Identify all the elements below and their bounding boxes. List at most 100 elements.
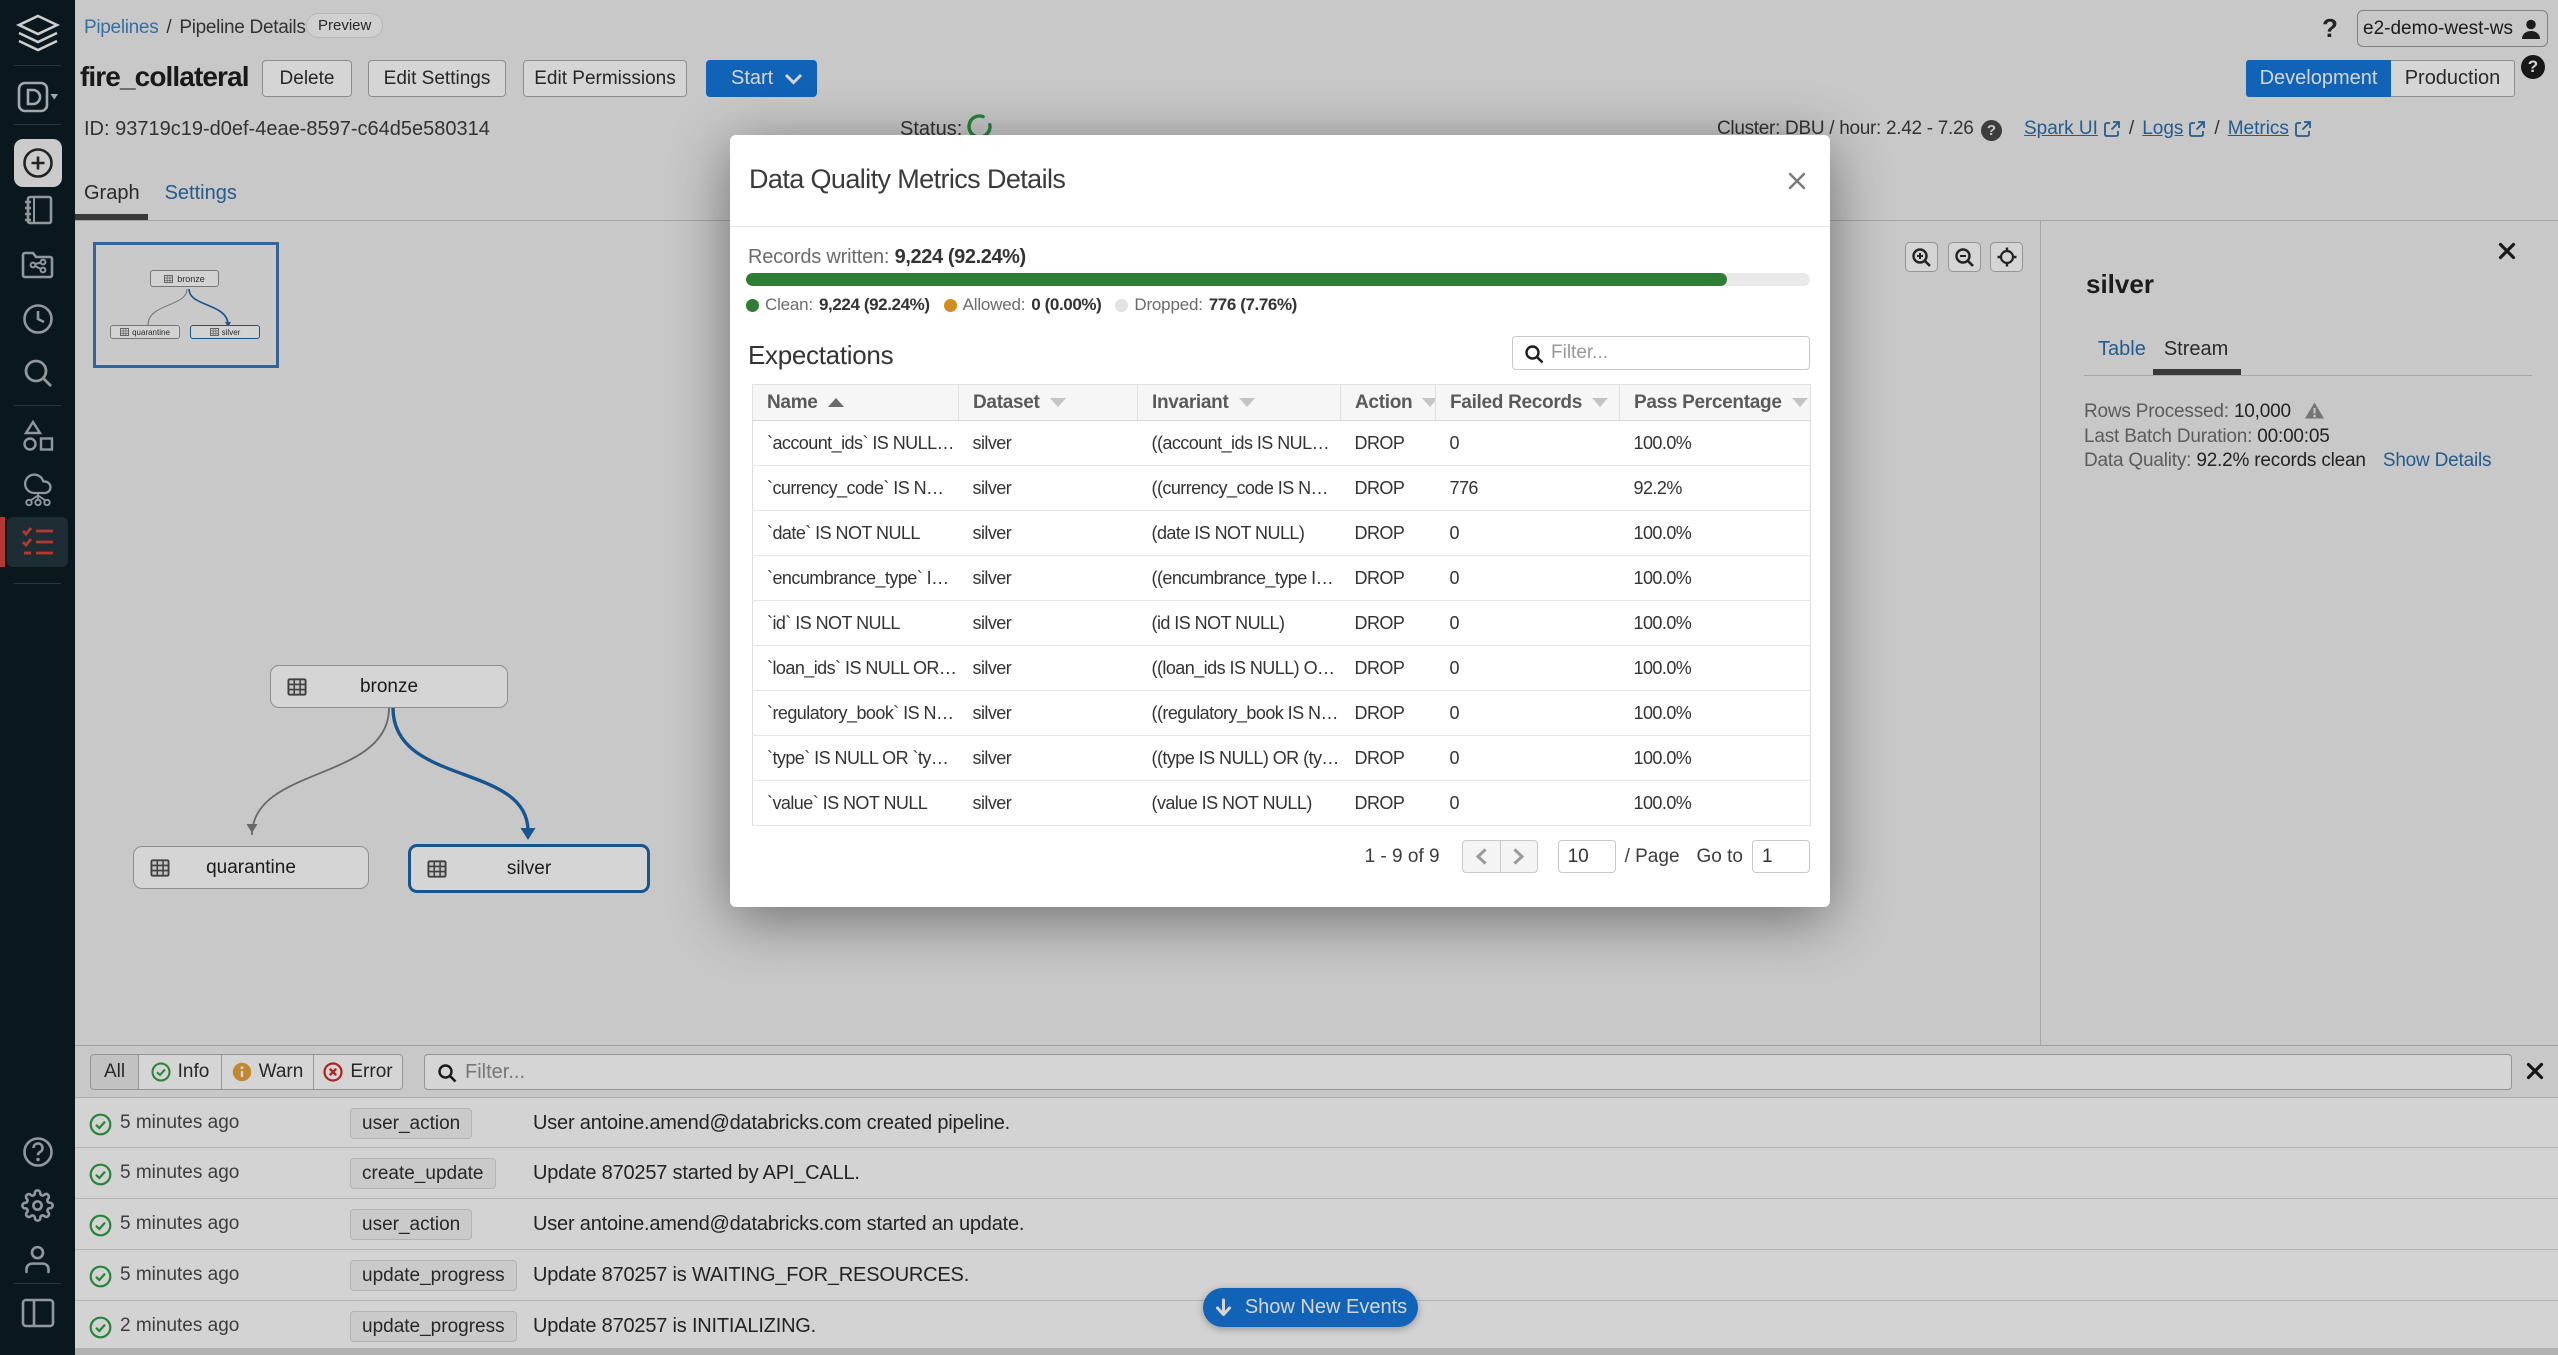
sort-icon <box>1422 398 1435 407</box>
goto-label: Go to <box>1697 846 1743 868</box>
cell-action: DROP <box>1341 646 1436 691</box>
cell-failed-records: 0 <box>1436 556 1620 601</box>
clean-dot-icon <box>746 299 759 312</box>
cell-invariant: ((encumbrance_type I… <box>1138 556 1341 601</box>
cell-dataset: silver <box>959 511 1138 556</box>
column-dataset[interactable]: Dataset <box>959 385 1138 421</box>
cell-dataset: silver <box>959 646 1138 691</box>
cell-name: `id` IS NOT NULL <box>753 601 959 646</box>
expectations-title: Expectations <box>748 340 893 371</box>
cell-invariant: ((account_ids IS NUL… <box>1138 421 1341 466</box>
expectations-filter-field <box>1512 336 1810 370</box>
expectation-row[interactable]: `type` IS NULL OR `ty… silver ((type IS … <box>753 736 1811 781</box>
cell-pass-percentage: 100.0% <box>1620 646 1811 691</box>
cell-name: `encumbrance_type` I… <box>753 556 959 601</box>
legend-clean: Clean:9,224 (92.24%) <box>746 295 930 315</box>
goto-page-input[interactable] <box>1752 840 1810 873</box>
cell-pass-percentage: 92.2% <box>1620 466 1811 511</box>
cell-invariant: (value IS NOT NULL) <box>1138 781 1341 826</box>
cell-action: DROP <box>1341 601 1436 646</box>
modal-title: Data Quality Metrics Details <box>749 164 1065 195</box>
column-invariant[interactable]: Invariant <box>1138 385 1341 421</box>
sort-asc-icon <box>828 398 844 407</box>
cell-pass-percentage: 100.0% <box>1620 781 1811 826</box>
cell-invariant: ((type IS NULL) OR (ty… <box>1138 736 1341 781</box>
column-name[interactable]: Name <box>753 385 959 421</box>
cell-invariant: ((currency_code IS N… <box>1138 466 1341 511</box>
modal-header-divider <box>730 226 1830 227</box>
expectation-row[interactable]: `encumbrance_type` I… silver ((encumbran… <box>753 556 1811 601</box>
allowed-dot-icon <box>944 299 957 312</box>
cell-dataset: silver <box>959 601 1138 646</box>
data-quality-modal: Data Quality Metrics Details Records wri… <box>730 135 1830 907</box>
cell-failed-records: 0 <box>1436 781 1620 826</box>
dropped-dot-icon <box>1115 299 1128 312</box>
cell-action: DROP <box>1341 556 1436 601</box>
legend-allowed: Allowed:0 (0.00%) <box>944 295 1102 315</box>
per-page-label: / Page <box>1625 846 1680 868</box>
cell-failed-records: 0 <box>1436 421 1620 466</box>
cell-action: DROP <box>1341 511 1436 556</box>
expectation-row[interactable]: `id` IS NOT NULL silver (id IS NOT NULL)… <box>753 601 1811 646</box>
cell-pass-percentage: 100.0% <box>1620 601 1811 646</box>
cell-pass-percentage: 100.0% <box>1620 421 1811 466</box>
cell-pass-percentage: 100.0% <box>1620 511 1811 556</box>
modal-close-icon[interactable] <box>1787 171 1809 193</box>
sort-icon <box>1592 398 1608 407</box>
cell-invariant: ((regulatory_book IS N… <box>1138 691 1341 736</box>
cell-invariant: (id IS NOT NULL) <box>1138 601 1341 646</box>
cell-pass-percentage: 100.0% <box>1620 691 1811 736</box>
cell-name: `value` IS NOT NULL <box>753 781 959 826</box>
cell-failed-records: 0 <box>1436 511 1620 556</box>
cell-name: `regulatory_book` IS N… <box>753 691 959 736</box>
cell-action: DROP <box>1341 691 1436 736</box>
cell-name: `loan_ids` IS NULL OR… <box>753 646 959 691</box>
cell-invariant: (date IS NOT NULL) <box>1138 511 1341 556</box>
cell-action: DROP <box>1341 781 1436 826</box>
cell-failed-records: 0 <box>1436 691 1620 736</box>
expectations-filter-input[interactable] <box>1551 337 1803 369</box>
page-range: 1 - 9 of 9 <box>1365 846 1440 868</box>
expectations-table: Name Dataset Invariant Action Failed Rec… <box>752 384 1811 826</box>
cell-dataset: silver <box>959 556 1138 601</box>
cell-action: DROP <box>1341 736 1436 781</box>
cell-pass-percentage: 100.0% <box>1620 736 1811 781</box>
cell-invariant: ((loan_ids IS NULL) O… <box>1138 646 1341 691</box>
cell-dataset: silver <box>959 466 1138 511</box>
cell-name: `date` IS NOT NULL <box>753 511 959 556</box>
cell-failed-records: 0 <box>1436 646 1620 691</box>
progress-fill <box>746 273 1727 286</box>
next-page-button[interactable] <box>1500 840 1538 873</box>
expectation-row[interactable]: `regulatory_book` IS N… silver ((regulat… <box>753 691 1811 736</box>
expectation-row[interactable]: `loan_ids` IS NULL OR… silver ((loan_ids… <box>753 646 1811 691</box>
sort-icon <box>1239 398 1255 407</box>
sort-icon <box>1792 398 1808 407</box>
pagination: 1 - 9 of 9 / Page Go to <box>1365 840 1810 873</box>
column-action[interactable]: Action <box>1341 385 1436 421</box>
cell-dataset: silver <box>959 691 1138 736</box>
column-failed-records[interactable]: Failed Records <box>1436 385 1620 421</box>
cell-action: DROP <box>1341 466 1436 511</box>
cell-name: `type` IS NULL OR `ty… <box>753 736 959 781</box>
expectation-row[interactable]: `currency_code` IS N… silver ((currency_… <box>753 466 1811 511</box>
cell-failed-records: 776 <box>1436 466 1620 511</box>
records-written: Records written: 9,224 (92.24%) <box>748 246 1026 269</box>
expectation-row[interactable]: `value` IS NOT NULL silver (value IS NOT… <box>753 781 1811 826</box>
prev-page-button[interactable] <box>1462 840 1500 873</box>
search-icon <box>1524 344 1544 364</box>
cell-dataset: silver <box>959 736 1138 781</box>
column-pass-percentage[interactable]: Pass Percentage <box>1620 385 1811 421</box>
cell-dataset: silver <box>959 421 1138 466</box>
cell-name: `currency_code` IS N… <box>753 466 959 511</box>
cell-dataset: silver <box>959 781 1138 826</box>
table-header-row: Name Dataset Invariant Action Failed Rec… <box>753 385 1811 421</box>
expectation-row[interactable]: `account_ids` IS NULL… silver ((account_… <box>753 421 1811 466</box>
cell-failed-records: 0 <box>1436 736 1620 781</box>
cell-action: DROP <box>1341 421 1436 466</box>
cell-pass-percentage: 100.0% <box>1620 556 1811 601</box>
expectation-row[interactable]: `date` IS NOT NULL silver (date IS NOT N… <box>753 511 1811 556</box>
sort-icon <box>1050 398 1066 407</box>
progress-legend: Clean:9,224 (92.24%) Allowed:0 (0.00%) D… <box>746 295 1297 315</box>
page-size-input[interactable] <box>1558 840 1616 873</box>
cell-failed-records: 0 <box>1436 601 1620 646</box>
